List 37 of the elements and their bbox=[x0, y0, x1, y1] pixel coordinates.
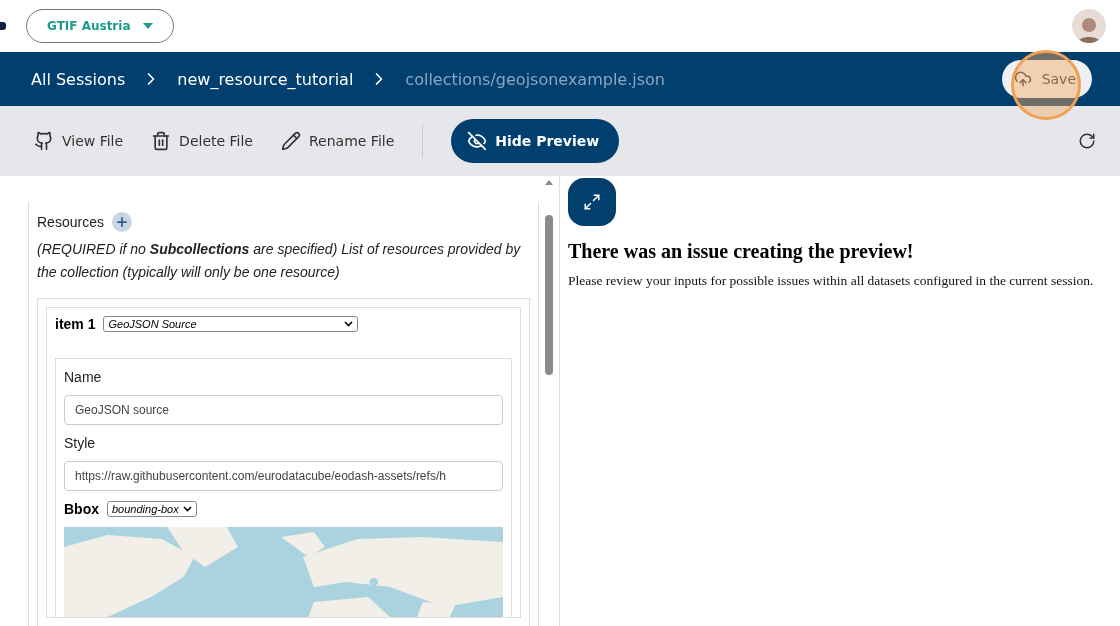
scroll-up-arrow-icon[interactable] bbox=[545, 180, 553, 185]
toolbar-button[interactable]: Delete File bbox=[151, 131, 253, 151]
breadcrumb-link[interactable]: All Sessions bbox=[31, 69, 126, 89]
breadcrumb-link[interactable]: collections/geojsonexample.json bbox=[405, 69, 665, 89]
refresh-icon bbox=[1078, 132, 1096, 150]
type-select[interactable]: GeoJSON Source bbox=[103, 316, 359, 332]
add-button[interactable] bbox=[111, 212, 132, 232]
item-label: item 1 bbox=[55, 316, 96, 332]
toolbar-button[interactable]: Rename File bbox=[281, 131, 395, 151]
text-field[interactable]: https://raw.githubusercontent.com/eurodatacube/eodash-assets/refs/h bbox=[64, 461, 503, 491]
section-description: (REQUIRED if no Subcollections are specified) List of resources provided by the collection (typically will only be one resource) bbox=[37, 240, 522, 282]
preview-error-message: Please review your inputs for possible issues within all datasets configured in the current session. bbox=[568, 273, 1095, 289]
expand-button[interactable] bbox=[568, 178, 616, 226]
chevron-down-icon bbox=[182, 506, 192, 512]
text-field[interactable]: GeoJSON source bbox=[64, 395, 503, 425]
breadcrumb-link[interactable]: new_resource_tutorial bbox=[177, 69, 354, 89]
github-icon bbox=[34, 131, 54, 151]
logo-icon bbox=[0, 22, 6, 30]
eye-off-icon bbox=[467, 131, 488, 151]
chevron-down-icon bbox=[344, 321, 354, 327]
expand-icon bbox=[583, 193, 601, 211]
preview-error-title: There was an issue creating the preview! bbox=[568, 240, 915, 263]
save-button[interactable]: Save bbox=[1001, 60, 1092, 98]
scrollbar-thumb[interactable] bbox=[545, 215, 553, 375]
pencil-icon bbox=[281, 131, 301, 151]
section-label: Resources bbox=[37, 214, 104, 230]
field-label: Style bbox=[64, 435, 97, 451]
toolbar-button[interactable]: View File bbox=[34, 131, 124, 151]
cloud-upload-icon bbox=[1013, 70, 1032, 88]
toolbar-button[interactable]: Hide Preview bbox=[451, 119, 620, 163]
bbox-select[interactable]: bounding-box bbox=[107, 501, 197, 517]
trash-icon bbox=[151, 131, 172, 151]
avatar[interactable] bbox=[1072, 9, 1106, 43]
caret-icon bbox=[142, 23, 153, 29]
bbox-label: Bbox bbox=[64, 501, 99, 517]
field-label: Name bbox=[64, 369, 103, 385]
plus-icon bbox=[114, 215, 129, 229]
